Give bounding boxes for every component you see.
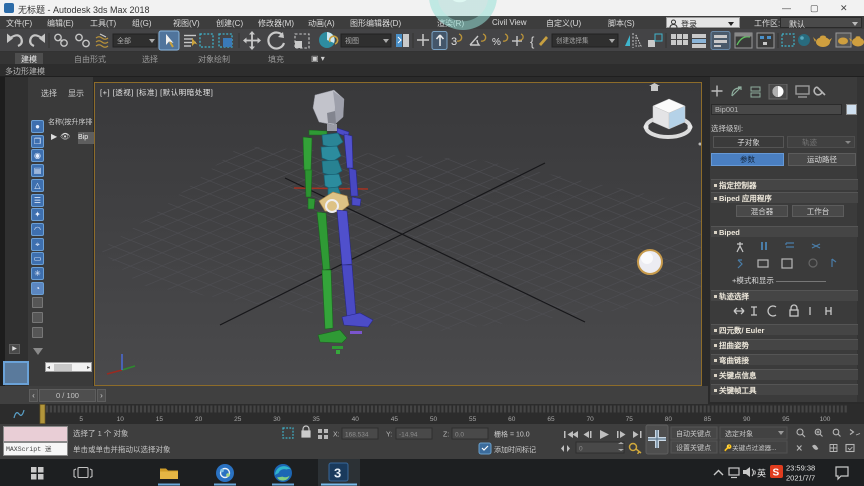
svg-text:🔑关键点过滤器...: 🔑关键点过滤器...: [724, 443, 777, 452]
svg-text:视图: 视图: [345, 36, 359, 45]
svg-text:自动关键点: 自动关键点: [676, 429, 711, 438]
svg-text:Y:: Y:: [386, 432, 392, 439]
svg-text:35: 35: [312, 416, 320, 423]
svg-text:60: 60: [508, 416, 516, 423]
svg-text:55: 55: [469, 416, 477, 423]
svg-text:X:: X:: [333, 432, 340, 439]
svg-text:70: 70: [586, 416, 594, 423]
svg-text:95: 95: [782, 416, 790, 423]
svg-text:%: %: [492, 37, 501, 48]
svg-text:20: 20: [195, 416, 203, 423]
svg-text:15: 15: [156, 416, 164, 423]
svg-text:100: 100: [820, 416, 831, 423]
svg-text:2021/7/7: 2021/7/7: [786, 474, 815, 483]
svg-text:0: 0: [579, 446, 583, 453]
svg-text:25: 25: [234, 416, 242, 423]
svg-text:设置关键点: 设置关键点: [676, 443, 711, 452]
svg-text:10: 10: [117, 416, 125, 423]
svg-text:80: 80: [665, 416, 673, 423]
svg-text:添加时间标记: 添加时间标记: [494, 445, 536, 454]
svg-text:选定对象: 选定对象: [725, 429, 753, 438]
svg-text:40: 40: [352, 416, 360, 423]
svg-text:45: 45: [391, 416, 399, 423]
svg-text:S: S: [773, 468, 780, 479]
svg-text:75: 75: [626, 416, 634, 423]
svg-text:0.0: 0.0: [455, 432, 464, 439]
svg-text:65: 65: [547, 416, 555, 423]
svg-text:30: 30: [273, 416, 281, 423]
svg-text:Z:: Z:: [443, 432, 449, 439]
svg-text:85: 85: [704, 416, 712, 423]
svg-text:3: 3: [451, 36, 457, 48]
svg-text:英: 英: [757, 468, 766, 479]
svg-text:全部: 全部: [117, 36, 131, 45]
svg-text:23:59:38: 23:59:38: [786, 464, 815, 473]
svg-text:{: {: [530, 34, 535, 49]
svg-text:50: 50: [430, 416, 438, 423]
svg-text:90: 90: [743, 416, 751, 423]
svg-text:3: 3: [334, 466, 341, 481]
svg-text:168.534: 168.534: [345, 432, 369, 439]
svg-text:栅格 = 10.0: 栅格 = 10.0: [494, 430, 530, 439]
svg-text:5: 5: [79, 416, 83, 423]
svg-text:-14.94: -14.94: [399, 432, 418, 439]
svg-text:创建选择集: 创建选择集: [556, 36, 589, 45]
